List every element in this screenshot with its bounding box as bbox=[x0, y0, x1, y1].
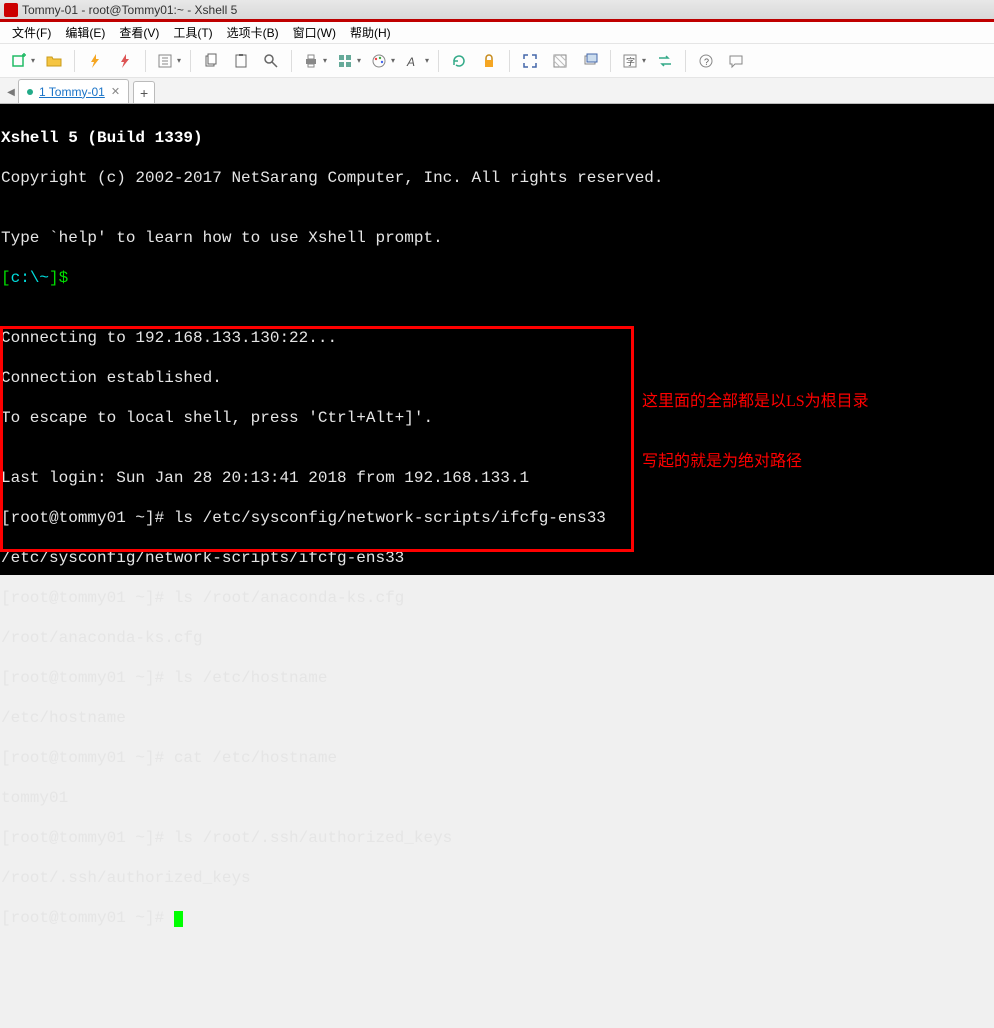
separator bbox=[74, 50, 75, 72]
new-session-button[interactable] bbox=[6, 48, 38, 74]
help-button[interactable]: ? bbox=[692, 48, 720, 74]
svg-text:?: ? bbox=[704, 57, 709, 67]
palette-icon bbox=[371, 53, 387, 69]
toolbar: A 字 ? bbox=[0, 44, 994, 78]
svg-text:字: 字 bbox=[626, 56, 635, 67]
transparent-button[interactable] bbox=[546, 48, 574, 74]
output-line: tommy01 bbox=[0, 788, 994, 808]
prompt-line: [root@tommy01 ~]# bbox=[0, 908, 994, 928]
menu-tabs[interactable]: 选项卡(B) bbox=[221, 22, 285, 43]
menu-view[interactable]: 查看(V) bbox=[113, 22, 165, 43]
always-on-top-button[interactable] bbox=[576, 48, 604, 74]
annotation-line1: 这里面的全部都是以LS为根目录 bbox=[642, 392, 869, 412]
tab-scroll-left[interactable]: ◀ bbox=[4, 81, 18, 103]
separator bbox=[145, 50, 146, 72]
transparency-icon bbox=[552, 53, 568, 69]
print-button[interactable] bbox=[298, 48, 330, 74]
annotation-line2: 写起的就是为绝对路径 bbox=[642, 452, 869, 472]
refresh-icon bbox=[451, 53, 467, 69]
new-session-icon bbox=[11, 53, 27, 69]
separator bbox=[438, 50, 439, 72]
menubar: 文件(F) 编辑(E) 查看(V) 工具(T) 选项卡(B) 窗口(W) 帮助(… bbox=[0, 22, 994, 44]
session-tab-label: 1 Tommy-01 bbox=[39, 85, 105, 99]
tabbar: ◀ 1 Tommy-01 ✕ + bbox=[0, 78, 994, 104]
cmd-line: [root@tommy01 ~]# ls /root/anaconda-ks.c… bbox=[0, 588, 994, 608]
connection-status-icon bbox=[27, 89, 33, 95]
transfer-icon bbox=[657, 53, 673, 69]
separator bbox=[610, 50, 611, 72]
menu-file[interactable]: 文件(F) bbox=[6, 22, 57, 43]
search-icon bbox=[263, 53, 279, 69]
chat-icon bbox=[728, 53, 744, 69]
cmd-line: [root@tommy01 ~]# cat /etc/hostname bbox=[0, 748, 994, 768]
xagent-button[interactable] bbox=[445, 48, 473, 74]
banner-line: Xshell 5 (Build 1339) bbox=[0, 128, 994, 148]
output-line: /etc/sysconfig/network-scripts/ifcfg-ens… bbox=[0, 548, 994, 568]
cursor bbox=[174, 911, 183, 927]
menu-window[interactable]: 窗口(W) bbox=[287, 22, 342, 43]
svg-text:A: A bbox=[406, 55, 415, 69]
copy-button[interactable] bbox=[197, 48, 225, 74]
terminal[interactable]: Xshell 5 (Build 1339) Copyright (c) 2002… bbox=[0, 104, 994, 575]
disconnect-button[interactable] bbox=[111, 48, 139, 74]
session-tab[interactable]: 1 Tommy-01 ✕ bbox=[18, 79, 129, 103]
properties-button[interactable] bbox=[152, 48, 184, 74]
separator bbox=[685, 50, 686, 72]
font-button[interactable]: A bbox=[400, 48, 432, 74]
local-prompt: [c:\~]$ bbox=[0, 268, 994, 288]
layout-button[interactable] bbox=[332, 48, 364, 74]
help-icon: ? bbox=[698, 53, 714, 69]
color-scheme-button[interactable] bbox=[366, 48, 398, 74]
annotation-text: 这里面的全部都是以LS为根目录 写起的就是为绝对路径 bbox=[642, 352, 869, 512]
app-icon bbox=[4, 3, 18, 17]
lock-button[interactable] bbox=[475, 48, 503, 74]
new-tab-button[interactable]: + bbox=[133, 81, 155, 103]
separator bbox=[509, 50, 510, 72]
lightning-icon bbox=[87, 53, 103, 69]
folder-icon bbox=[46, 53, 62, 69]
xftp-button[interactable] bbox=[651, 48, 679, 74]
copy-icon bbox=[203, 53, 219, 69]
lock-icon bbox=[481, 53, 497, 69]
separator bbox=[190, 50, 191, 72]
cmd-line: [root@tommy01 ~]# ls /etc/hostname bbox=[0, 668, 994, 688]
paste-button[interactable] bbox=[227, 48, 255, 74]
properties-icon bbox=[157, 53, 173, 69]
connecting-line: Connecting to 192.168.133.130:22... bbox=[0, 328, 994, 348]
chat-button[interactable] bbox=[722, 48, 750, 74]
output-line: /etc/hostname bbox=[0, 708, 994, 728]
layout-icon bbox=[337, 53, 353, 69]
fullscreen-icon bbox=[522, 53, 538, 69]
font-icon: A bbox=[405, 53, 421, 69]
help-line: Type `help' to learn how to use Xshell p… bbox=[0, 228, 994, 248]
cmd-line: [root@tommy01 ~]# ls /root/.ssh/authoriz… bbox=[0, 828, 994, 848]
menu-tools[interactable]: 工具(T) bbox=[167, 22, 218, 43]
paste-icon bbox=[233, 53, 249, 69]
close-tab-icon[interactable]: ✕ bbox=[111, 85, 120, 98]
titlebar: Tommy-01 - root@Tommy01:~ - Xshell 5 bbox=[0, 0, 994, 20]
open-button[interactable] bbox=[40, 48, 68, 74]
disconnect-icon bbox=[117, 53, 133, 69]
output-line: /root/anaconda-ks.cfg bbox=[0, 628, 994, 648]
encoding-button[interactable]: 字 bbox=[617, 48, 649, 74]
copyright-line: Copyright (c) 2002-2017 NetSarang Comput… bbox=[0, 168, 994, 188]
find-button[interactable] bbox=[257, 48, 285, 74]
window-title: Tommy-01 - root@Tommy01:~ - Xshell 5 bbox=[22, 3, 237, 17]
print-icon bbox=[303, 53, 319, 69]
separator bbox=[291, 50, 292, 72]
plus-icon: + bbox=[140, 85, 148, 101]
fullscreen-button[interactable] bbox=[516, 48, 544, 74]
menu-help[interactable]: 帮助(H) bbox=[344, 22, 397, 43]
menu-edit[interactable]: 编辑(E) bbox=[59, 22, 111, 43]
reconnect-button[interactable] bbox=[81, 48, 109, 74]
pin-icon bbox=[582, 53, 598, 69]
encoding-icon: 字 bbox=[622, 53, 638, 69]
output-line: /root/.ssh/authorized_keys bbox=[0, 868, 994, 888]
